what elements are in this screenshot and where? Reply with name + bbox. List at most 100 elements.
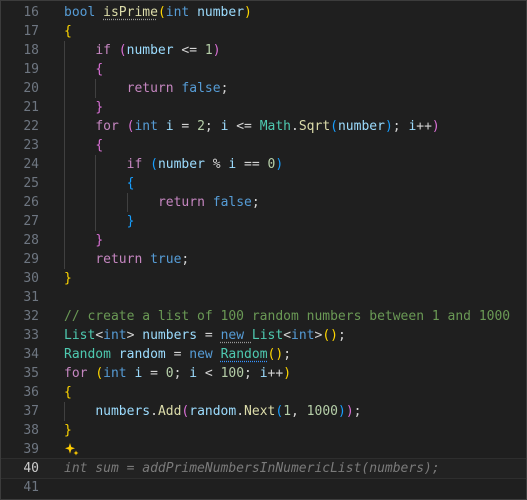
code-text: return true; [95,250,189,269]
code-line[interactable]: 21} [1,98,526,117]
code-token: ; [353,404,362,419]
indent-guide [64,174,65,193]
code-token: . [150,404,158,419]
code-line[interactable]: 37 numbers.Add(random.Next(1, 1000)); [1,402,526,421]
code-line[interactable]: 33 List<int> numbers = new List<int>(); [1,326,526,345]
indent-guide [64,60,65,79]
indent-guide [64,212,65,231]
code-line[interactable]: 29 return true; [1,250,526,269]
code-token: > [126,328,143,343]
code-line[interactable]: 35 for (int i = 0; i < 100; i++) [1,364,526,383]
code-line[interactable]: 39 [1,440,526,459]
line-number: 29 [23,252,39,267]
indent-guide [95,212,97,231]
code-token: , [291,404,307,419]
code-token: Math [259,119,292,134]
indent-guide [64,136,65,155]
code-token: int [291,328,315,343]
code-line[interactable]: 38} [1,421,526,440]
code-token: Random [220,347,268,362]
code-line[interactable]: 27} [1,212,526,231]
code-line[interactable]: 41 [1,478,526,497]
code-token: <= [181,43,205,58]
code-editor[interactable]: 16 bool isPrime(int number) 17{18 if (numbe… [1,3,526,497]
code-token: ) [337,404,346,419]
line-number: 41 [23,480,39,495]
code-token: ++ [267,366,284,381]
code-token: ; [220,81,229,96]
code-token: } [95,100,104,115]
code-line[interactable]: 40 int sum = addPrimeNumbersInNumericList… [1,458,526,479]
code-token: 100 [220,366,245,381]
line-number: 23 [23,138,39,153]
code-token: < [204,366,221,381]
code-token: ; [251,195,260,210]
line-number: 16 [23,5,39,20]
code-text: bool isPrime(int number) [64,3,252,22]
line-number: 27 [23,214,39,229]
code-token: 2 [197,119,205,134]
code-text: if (number % i == 0) [127,155,284,174]
line-number: 21 [23,100,39,115]
line-number: 22 [23,119,39,134]
code-line[interactable]: 22 for (int i = 2; i <= Math.Sqrt(number)… [1,117,526,136]
code-token: ( [157,5,166,20]
code-token: numbers [95,404,151,419]
code-line[interactable]: 34 Random random = new Random(); [1,345,526,364]
code-line[interactable]: 20 return false; [1,79,526,98]
code-line[interactable]: 18 if (number <= 1) [1,41,526,60]
code-line[interactable]: 32 // create a list of 100 random numbers… [1,307,526,326]
code-line[interactable]: 23 { [1,136,526,155]
code-token: Sqrt [298,119,331,134]
code-token: { [95,138,104,153]
line-number: 35 [23,366,39,381]
code-token: { [126,176,135,191]
code-token: . [291,119,299,134]
code-line[interactable]: 36 { [1,383,526,402]
indent-guide [64,250,65,269]
code-text: // create a list of 100 random numbers b… [64,307,510,326]
code-token: { [95,62,104,77]
code-line[interactable]: 24 if (number % i == 0) [1,155,526,174]
code-line[interactable]: 31 [1,288,526,307]
code-token: <= [236,119,260,134]
code-line[interactable]: 17 { [1,22,526,41]
code-token: = [181,119,198,134]
code-token: number [126,43,182,58]
code-line[interactable]: 16 bool isPrime(int number) [1,3,526,22]
code-token: 1000 [306,404,338,419]
code-token: == [244,157,268,172]
code-line[interactable]: 19 { [1,60,526,79]
code-token: Add [157,404,182,419]
code-text: } [64,421,72,440]
code-text: return false; [127,79,229,98]
code-token: % [212,157,229,172]
code-token: int [103,366,135,381]
indent-guide [64,117,65,136]
line-number: 17 [23,24,39,39]
code-text: { [64,383,72,402]
line-number: 38 [23,423,39,438]
code-token: ( [330,119,338,134]
code-line[interactable]: 26 return false; [1,193,526,212]
code-token: false [181,81,221,96]
sparkle-icon[interactable] [64,441,80,457]
code-token: i [165,119,182,134]
code-token: i [259,366,268,381]
line-number: 34 [23,347,39,362]
code-token: isPrime [103,5,158,20]
code-token: ( [95,366,104,381]
code-token: ; [244,366,260,381]
code-token: for [64,366,96,381]
line-number: 39 [23,442,39,457]
code-token: true [150,252,182,267]
code-line[interactable]: 28} [1,231,526,250]
code-text: for (int i = 0; i < 100; i++) [64,364,291,383]
code-editor-window: 16 bool isPrime(int number) 17{18 if (numbe… [0,0,527,500]
code-line[interactable]: 25 { [1,174,526,193]
line-number: 33 [23,328,39,343]
code-token: ) [330,328,338,343]
code-line[interactable]: 30} [1,269,526,288]
code-token: random [118,347,174,362]
code-text: Random random = new Random(); [64,345,291,364]
